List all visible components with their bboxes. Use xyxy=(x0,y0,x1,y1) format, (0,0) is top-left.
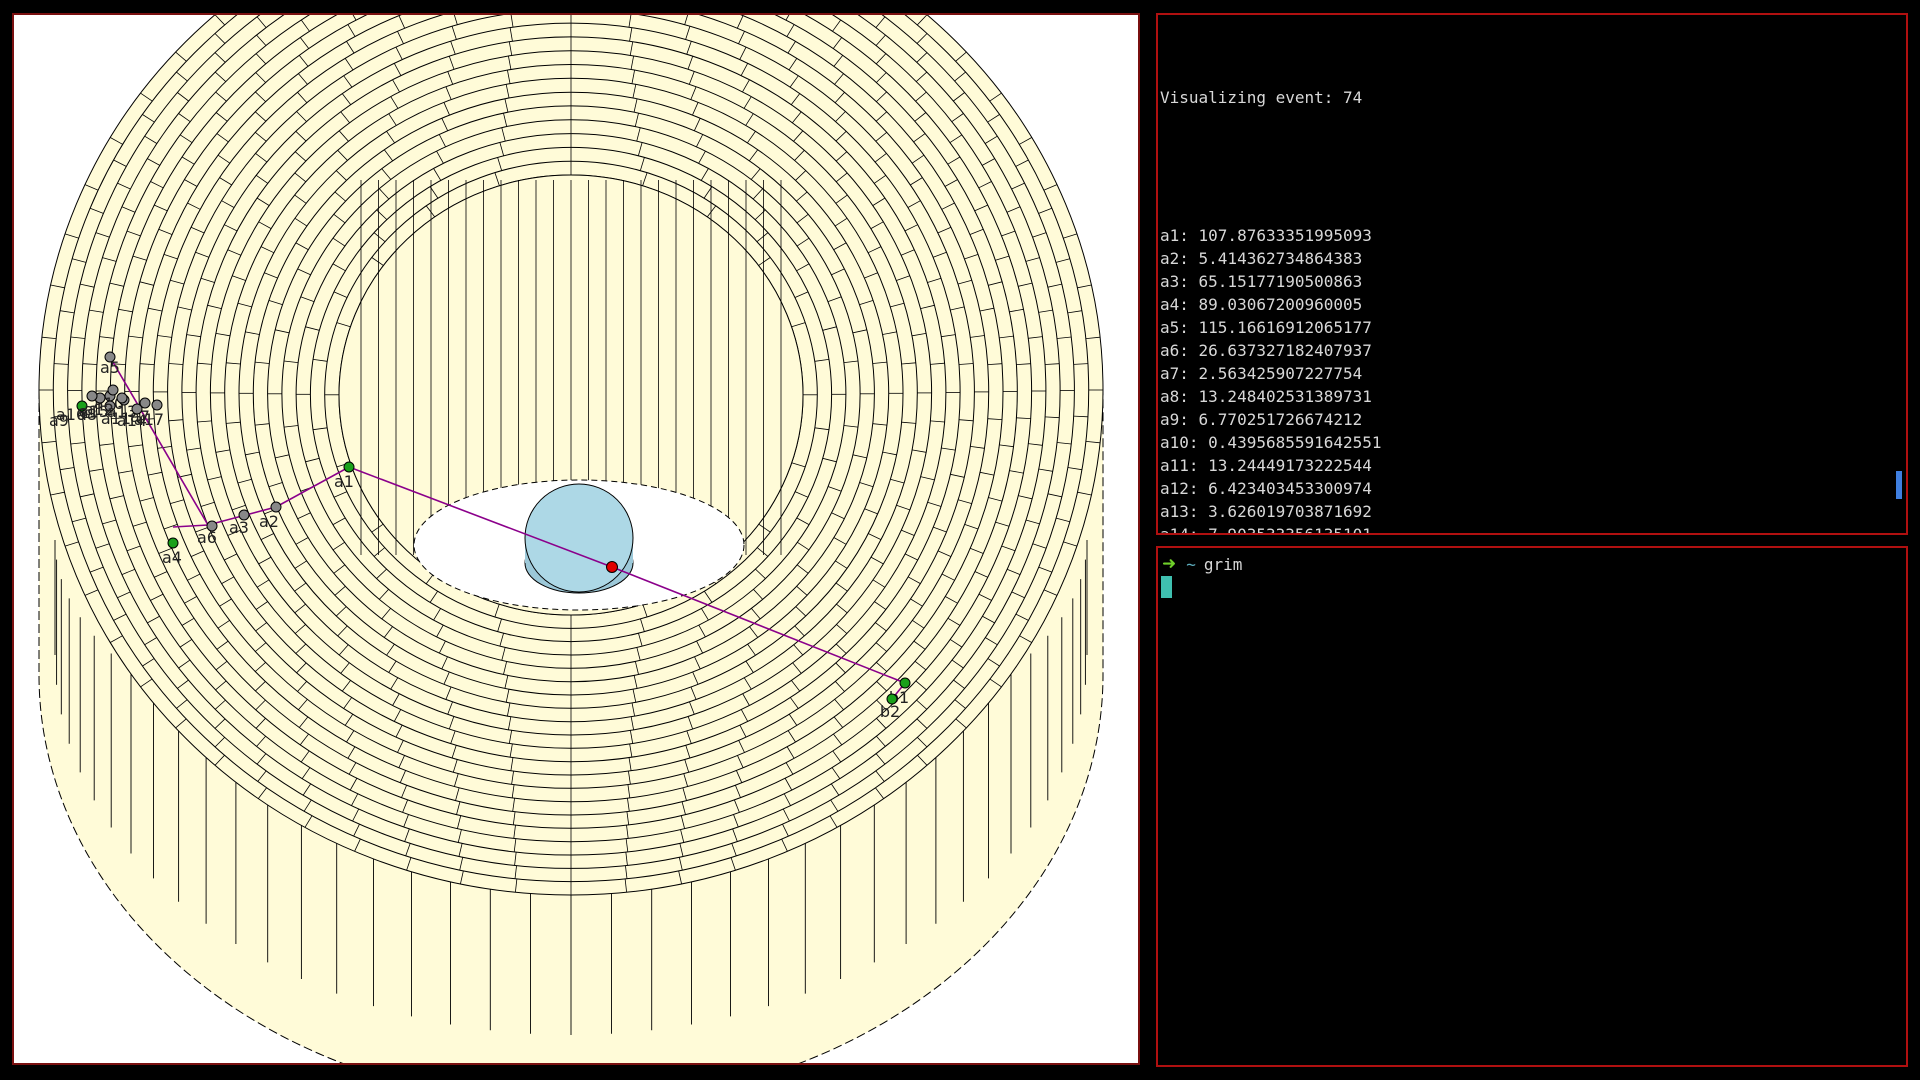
event-visualization-window[interactable]: a1a2a3a4a5a6a7a8a9a10a11a12a13a14a15a16a… xyxy=(12,13,1140,1065)
output-value-line: a6: 26.637327182407937 xyxy=(1160,341,1372,360)
hit-label: a2 xyxy=(259,512,279,531)
terminal-window[interactable]: ➜ ~ grim xyxy=(1156,546,1908,1067)
output-value-line: a9: 6.770251726674212 xyxy=(1160,410,1363,429)
hit-label: a6 xyxy=(197,528,217,547)
output-value-line: a2: 5.414362734864383 xyxy=(1160,249,1363,268)
hit-marker xyxy=(151,399,163,411)
output-value-line: a1: 107.87633351995093 xyxy=(1160,226,1372,245)
primary-vertex-marker xyxy=(606,561,618,573)
terminal-cursor xyxy=(1161,576,1172,598)
output-value-line: a8: 13.248402531389731 xyxy=(1160,387,1372,406)
output-value-line: a12: 6.423403453300974 xyxy=(1160,479,1372,498)
output-value-line: a7: 2.563425907227754 xyxy=(1160,364,1363,383)
hit-marker xyxy=(167,537,179,549)
output-value-line: a14: 7.903533356135101 xyxy=(1160,525,1372,535)
hit-label: a5 xyxy=(100,358,120,377)
prompt-cwd: ~ xyxy=(1186,554,1196,574)
hit-label: b2 xyxy=(880,702,900,721)
prompt-command: grim xyxy=(1203,554,1243,574)
hit-marker xyxy=(116,392,128,404)
hit-label: a4 xyxy=(162,548,182,567)
shell-prompt: ➜ ~ grim xyxy=(1162,552,1242,576)
hit-label: a3 xyxy=(229,518,249,537)
hit-marker xyxy=(86,390,98,402)
hit-marker xyxy=(270,501,282,513)
output-text: Visualizing event: 74 a1: 107.8763335199… xyxy=(1160,40,1382,535)
event-title: Visualizing event: 74 xyxy=(1160,88,1363,107)
output-panel[interactable]: Visualizing event: 74 a1: 107.8763335199… xyxy=(1156,13,1908,535)
scrollbar-thumb[interactable] xyxy=(1896,471,1902,499)
prompt-arrow-icon: ➜ xyxy=(1162,553,1177,574)
output-value-line: a4: 89.03067200960005 xyxy=(1160,295,1363,314)
output-value-line: a11: 13.24449173222544 xyxy=(1160,456,1372,475)
hit-label: a1 xyxy=(334,472,354,491)
output-value-line: a3: 65.15177190500863 xyxy=(1160,272,1363,291)
hit-marker xyxy=(899,677,911,689)
hit-label: a16 xyxy=(56,405,86,424)
detector-inner-region xyxy=(338,174,804,616)
hit-label: a17 xyxy=(134,410,164,429)
output-value-line: a5: 115.16616912065177 xyxy=(1160,318,1372,337)
output-value-line: a10: 0.4395685591642551 xyxy=(1160,433,1382,452)
hit-marker xyxy=(343,461,355,473)
output-value-line: a13: 3.626019703871692 xyxy=(1160,502,1372,521)
detector-visualization[interactable]: a1a2a3a4a5a6a7a8a9a10a11a12a13a14a15a16a… xyxy=(14,15,1138,1063)
core-cylinder-top xyxy=(524,483,634,593)
